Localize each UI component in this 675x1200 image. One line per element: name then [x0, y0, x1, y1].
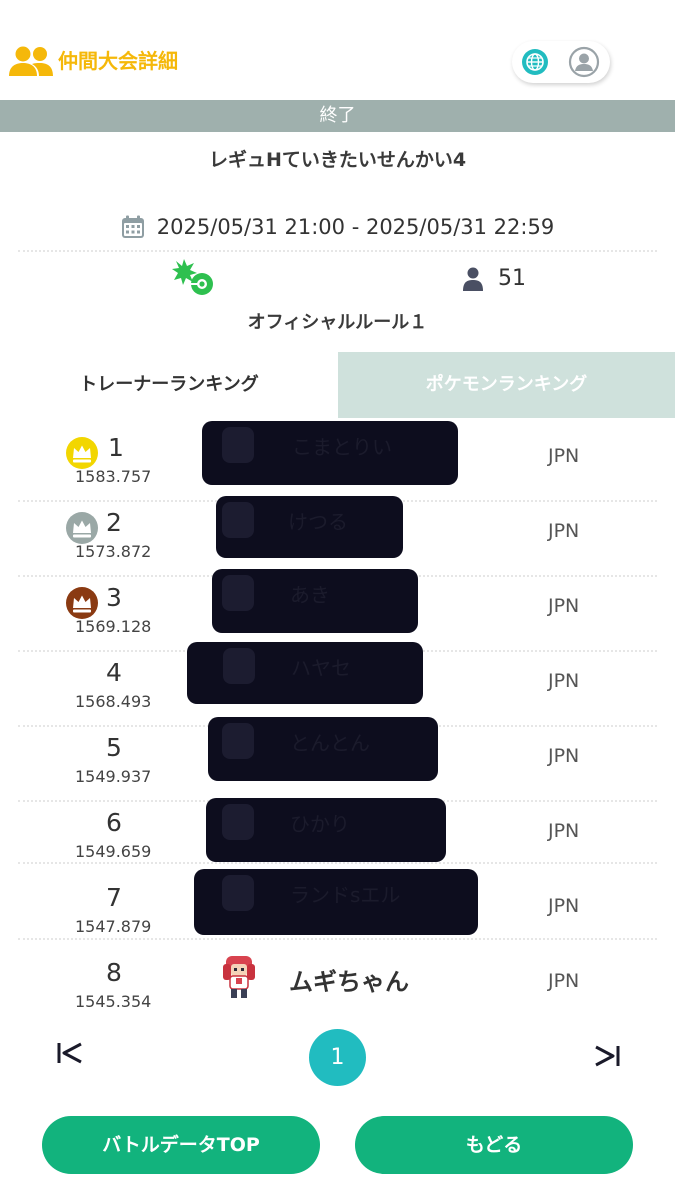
country-code: JPN: [548, 595, 580, 617]
header: 仲間大会詳細: [0, 0, 675, 100]
rank-score: 1573.872: [75, 542, 152, 561]
bronze-crown-icon: [66, 587, 98, 619]
avatar: [222, 875, 254, 911]
participants: 51: [462, 266, 526, 291]
first-page-icon[interactable]: [55, 1040, 85, 1066]
rank-number: 7: [106, 883, 122, 912]
redacted-player: けつる: [216, 496, 403, 558]
tournament-period: 2025/05/31 21:00 - 2025/05/31 22:59: [0, 210, 675, 244]
page-number-current[interactable]: 1: [309, 1029, 366, 1086]
rule-name: オフィシャルルール１: [247, 312, 428, 333]
rank-score: 1568.493: [75, 692, 152, 711]
battle-data-top-button[interactable]: バトルデータTOP: [42, 1116, 320, 1174]
country-code: JPN: [548, 820, 580, 842]
ranking-row[interactable]: 5 1549.937 とんとん JPN: [0, 717, 675, 802]
redacted-player: ひかり: [206, 798, 446, 862]
rank-score: 1583.757: [75, 467, 152, 486]
divider: [18, 938, 657, 940]
avatar: [222, 502, 254, 538]
tournament-name: レギュHていきたいせんかい4: [208, 149, 467, 171]
redacted-player: あき: [212, 569, 418, 633]
rank-number: 8: [106, 958, 122, 987]
globe-icon[interactable]: [521, 48, 549, 76]
gold-crown-icon: [66, 437, 98, 469]
rank-number: 6: [106, 808, 122, 837]
avatar: [222, 575, 254, 611]
back-button[interactable]: もどる: [355, 1116, 633, 1174]
rank-number: 4: [106, 658, 122, 687]
rank-number: 1: [108, 433, 124, 462]
header-actions: [512, 41, 610, 83]
avatar: [223, 648, 255, 684]
player-name: ランドsエル: [290, 883, 401, 907]
participant-count: 51: [498, 266, 526, 291]
calendar-icon: [121, 215, 144, 238]
ranking-row[interactable]: 7 1547.879 ランドsエル JPN: [0, 869, 675, 952]
tab-pokemon-ranking[interactable]: ポケモンランキング: [338, 352, 675, 418]
rank-number: 5: [106, 733, 122, 762]
user-profile-icon[interactable]: [568, 46, 600, 78]
country-code: JPN: [548, 895, 580, 917]
country-code: JPN: [548, 445, 580, 467]
avatar: [222, 427, 254, 463]
country-code: JPN: [548, 745, 580, 767]
player-name: こまとりい: [292, 435, 392, 459]
country-code: JPN: [548, 670, 580, 692]
trainer-sprite-icon: [223, 956, 255, 998]
rank-number: 2: [106, 508, 122, 537]
player-name: ひかり: [290, 812, 350, 836]
page-title: 仲間大会詳細: [58, 49, 178, 73]
rank-score: 1549.937: [75, 767, 152, 786]
ranking-row[interactable]: 4 1568.493 ハヤセ JPN: [0, 642, 675, 727]
player-name: あき: [290, 583, 330, 607]
tab-trainer-ranking[interactable]: トレーナーランキング: [0, 352, 338, 418]
period-text: 2025/05/31 21:00 - 2025/05/31 22:59: [156, 215, 555, 239]
ranking-row[interactable]: 1 1583.757 こまとりい JPN: [0, 421, 675, 502]
rank-score: 1547.879: [75, 917, 152, 936]
avatar: [222, 804, 254, 840]
rank-score: 1545.354: [75, 992, 152, 1011]
group-icon: [9, 46, 53, 76]
last-page-icon[interactable]: [592, 1043, 622, 1069]
ranking-row[interactable]: 2 1573.872 けつる JPN: [0, 496, 675, 577]
ranking-row[interactable]: 3 1569.128 あき JPN: [0, 569, 675, 652]
country-code: JPN: [548, 970, 580, 992]
rule-icon: [172, 259, 213, 295]
status-badge: 終了: [0, 100, 675, 132]
player-name: けつる: [288, 510, 348, 534]
redacted-player: こまとりい: [202, 421, 458, 485]
redacted-player: ハヤセ: [187, 642, 423, 704]
player-name: ムギちゃん: [289, 968, 409, 996]
redacted-player: とんとん: [208, 717, 438, 781]
rank-score: 1569.128: [75, 617, 152, 636]
country-code: JPN: [548, 520, 580, 542]
ranking-row[interactable]: 6 1549.659 ひかり JPN: [0, 798, 675, 877]
redacted-player: ランドsエル: [194, 869, 478, 935]
ranking-row[interactable]: 8 1545.354 ムギちゃん JPN: [0, 952, 675, 1027]
rank-score: 1549.659: [75, 842, 152, 861]
player-name: ハヤセ: [291, 656, 351, 680]
divider: [18, 862, 657, 864]
rank-number: 3: [106, 583, 122, 612]
silver-crown-icon: [66, 512, 98, 544]
avatar: [222, 723, 254, 759]
player-name: とんとん: [290, 731, 370, 755]
person-icon: [463, 267, 483, 291]
divider: [18, 250, 657, 252]
